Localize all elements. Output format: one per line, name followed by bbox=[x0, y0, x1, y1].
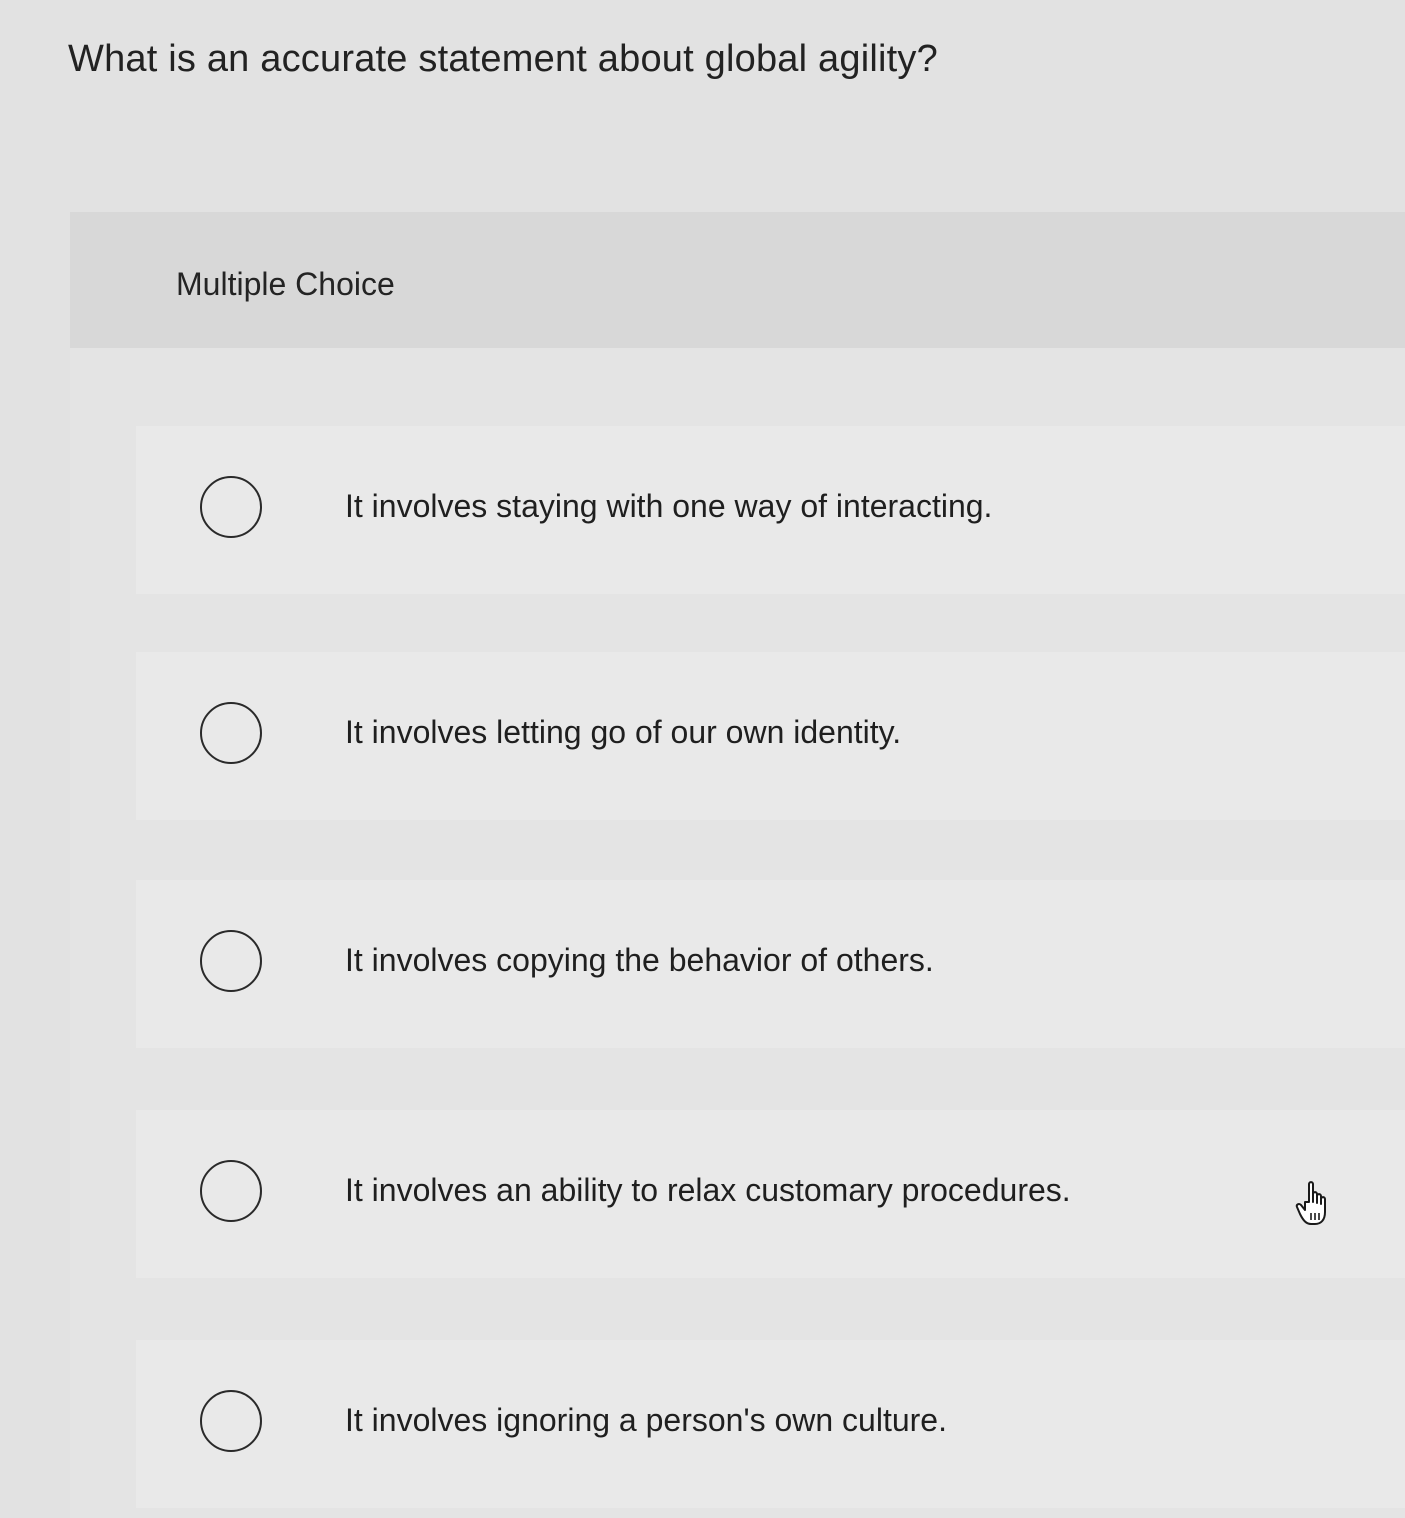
panel-header: Multiple Choice bbox=[70, 212, 1405, 348]
hand-pointer-icon bbox=[1295, 1181, 1326, 1225]
radio-button[interactable] bbox=[200, 1390, 262, 1452]
choice-option-2[interactable]: It involves letting go of our own identi… bbox=[136, 652, 1405, 820]
answer-panel: Multiple Choice It involves staying with… bbox=[70, 212, 1405, 1518]
question-type-label: Multiple Choice bbox=[176, 266, 395, 302]
choice-label: It involves ignoring a person's own cult… bbox=[345, 1402, 947, 1438]
choice-label: It involves copying the behavior of othe… bbox=[345, 942, 934, 978]
choice-label: It involves letting go of our own identi… bbox=[345, 714, 902, 750]
choice-option-4[interactable]: It involves an ability to relax customar… bbox=[136, 1110, 1405, 1278]
choice-label: It involves an ability to relax customar… bbox=[345, 1172, 1071, 1208]
choice-option-3[interactable]: It involves copying the behavior of othe… bbox=[136, 880, 1405, 1048]
radio-button[interactable] bbox=[200, 476, 262, 538]
question-title: What is an accurate statement about glob… bbox=[68, 38, 938, 80]
choice-option-5[interactable]: It involves ignoring a person's own cult… bbox=[136, 1340, 1405, 1508]
radio-button[interactable] bbox=[200, 702, 262, 764]
choice-option-1[interactable]: It involves staying with one way of inte… bbox=[136, 426, 1405, 594]
radio-button[interactable] bbox=[200, 930, 262, 992]
choice-label: It involves staying with one way of inte… bbox=[345, 488, 993, 524]
radio-button[interactable] bbox=[200, 1160, 262, 1222]
